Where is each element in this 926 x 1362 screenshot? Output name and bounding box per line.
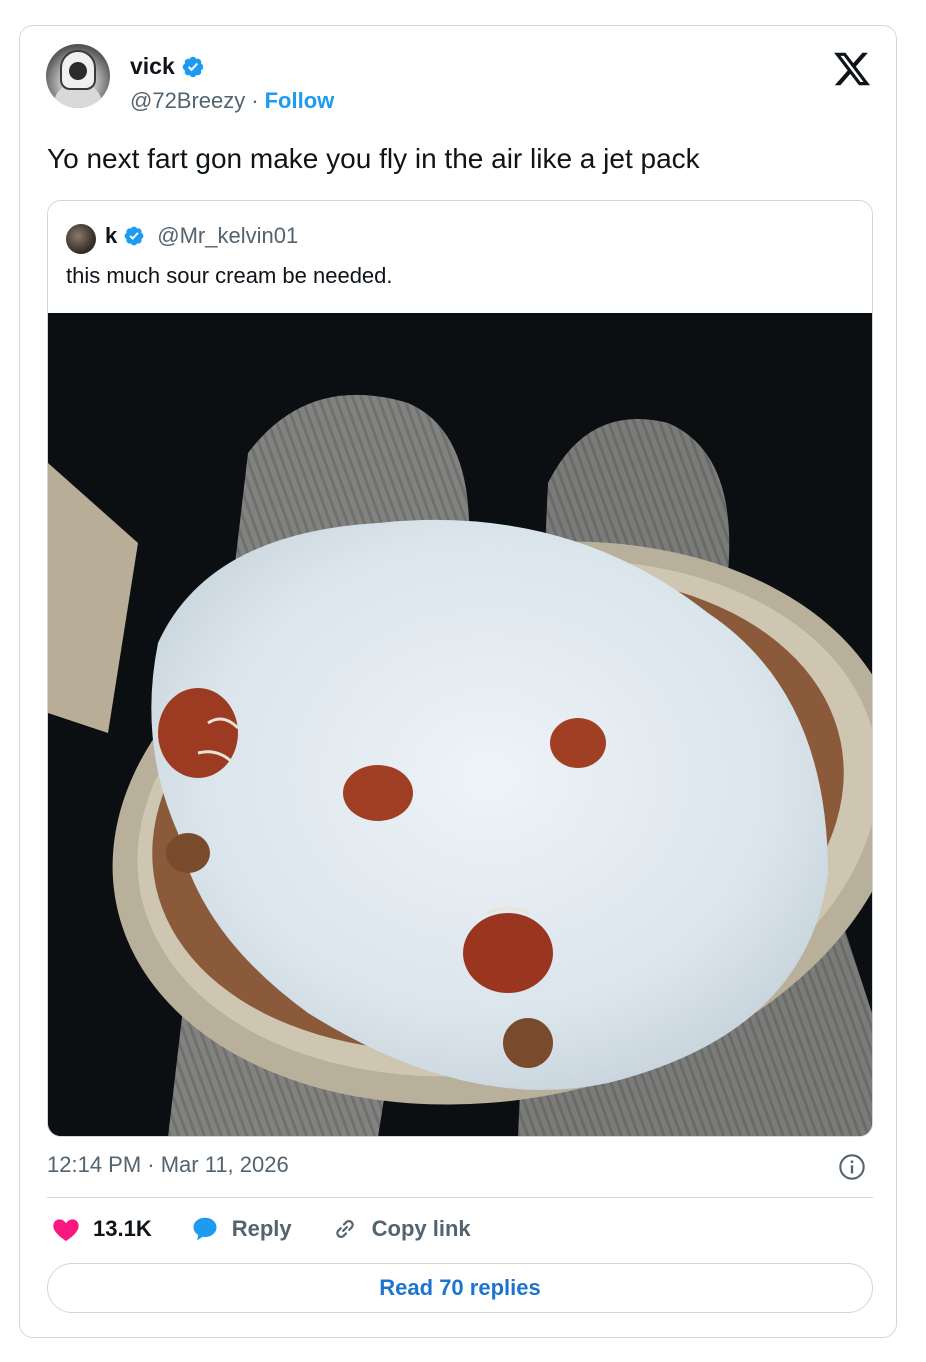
copy-link-button[interactable]: Copy link: [330, 1214, 471, 1244]
tweet-card: vick @72Breezy · Follow Yo next fart gon…: [19, 25, 897, 1338]
x-logo-icon[interactable]: [832, 49, 872, 89]
info-icon[interactable]: [838, 1153, 866, 1181]
like-count: 13.1K: [93, 1216, 152, 1241]
author-name-row: vick: [130, 53, 205, 80]
link-icon: [335, 1220, 354, 1238]
quoted-display-name[interactable]: k: [105, 223, 117, 249]
handle-separator: ·: [251, 88, 259, 113]
author-avatar[interactable]: [46, 44, 110, 108]
reply-label: Reply: [231, 1216, 292, 1241]
author-handle[interactable]: @72Breezy: [130, 88, 245, 114]
reply-button[interactable]: Reply: [190, 1214, 292, 1244]
quoted-tweet[interactable]: k @Mr_kelvin01 this much sour cream be n…: [47, 200, 873, 1137]
read-replies-button[interactable]: Read 70 replies: [47, 1263, 873, 1313]
avatar-face-shape: [69, 62, 87, 80]
verified-badge-icon: [124, 226, 144, 246]
quoted-author-row: k @Mr_kelvin01: [105, 223, 298, 249]
divider: [47, 1197, 873, 1198]
sour-cream-bowl-photo: [48, 313, 872, 1136]
quoted-photo[interactable]: [48, 313, 872, 1136]
tweet-timestamp[interactable]: 12:14 PM · Mar 11, 2026: [47, 1152, 289, 1178]
follow-button[interactable]: Follow: [265, 88, 335, 114]
quoted-text: this much sour cream be needed.: [66, 263, 393, 288]
action-bar: 13.1K Reply Copy link: [51, 1214, 509, 1244]
speech-bubble-icon: [193, 1217, 217, 1241]
verified-badge-icon: [182, 56, 204, 77]
heart-icon: [53, 1219, 79, 1241]
author-display-name[interactable]: vick: [130, 53, 175, 80]
author-handle-row: @72Breezy · Follow: [130, 88, 334, 114]
quoted-author-avatar[interactable]: [66, 224, 96, 254]
tweet-text: Yo next fart gon make you fly in the air…: [47, 143, 700, 174]
quoted-handle[interactable]: @Mr_kelvin01: [157, 223, 298, 249]
copy-link-label: Copy link: [371, 1216, 471, 1241]
like-button[interactable]: 13.1K: [51, 1214, 152, 1244]
